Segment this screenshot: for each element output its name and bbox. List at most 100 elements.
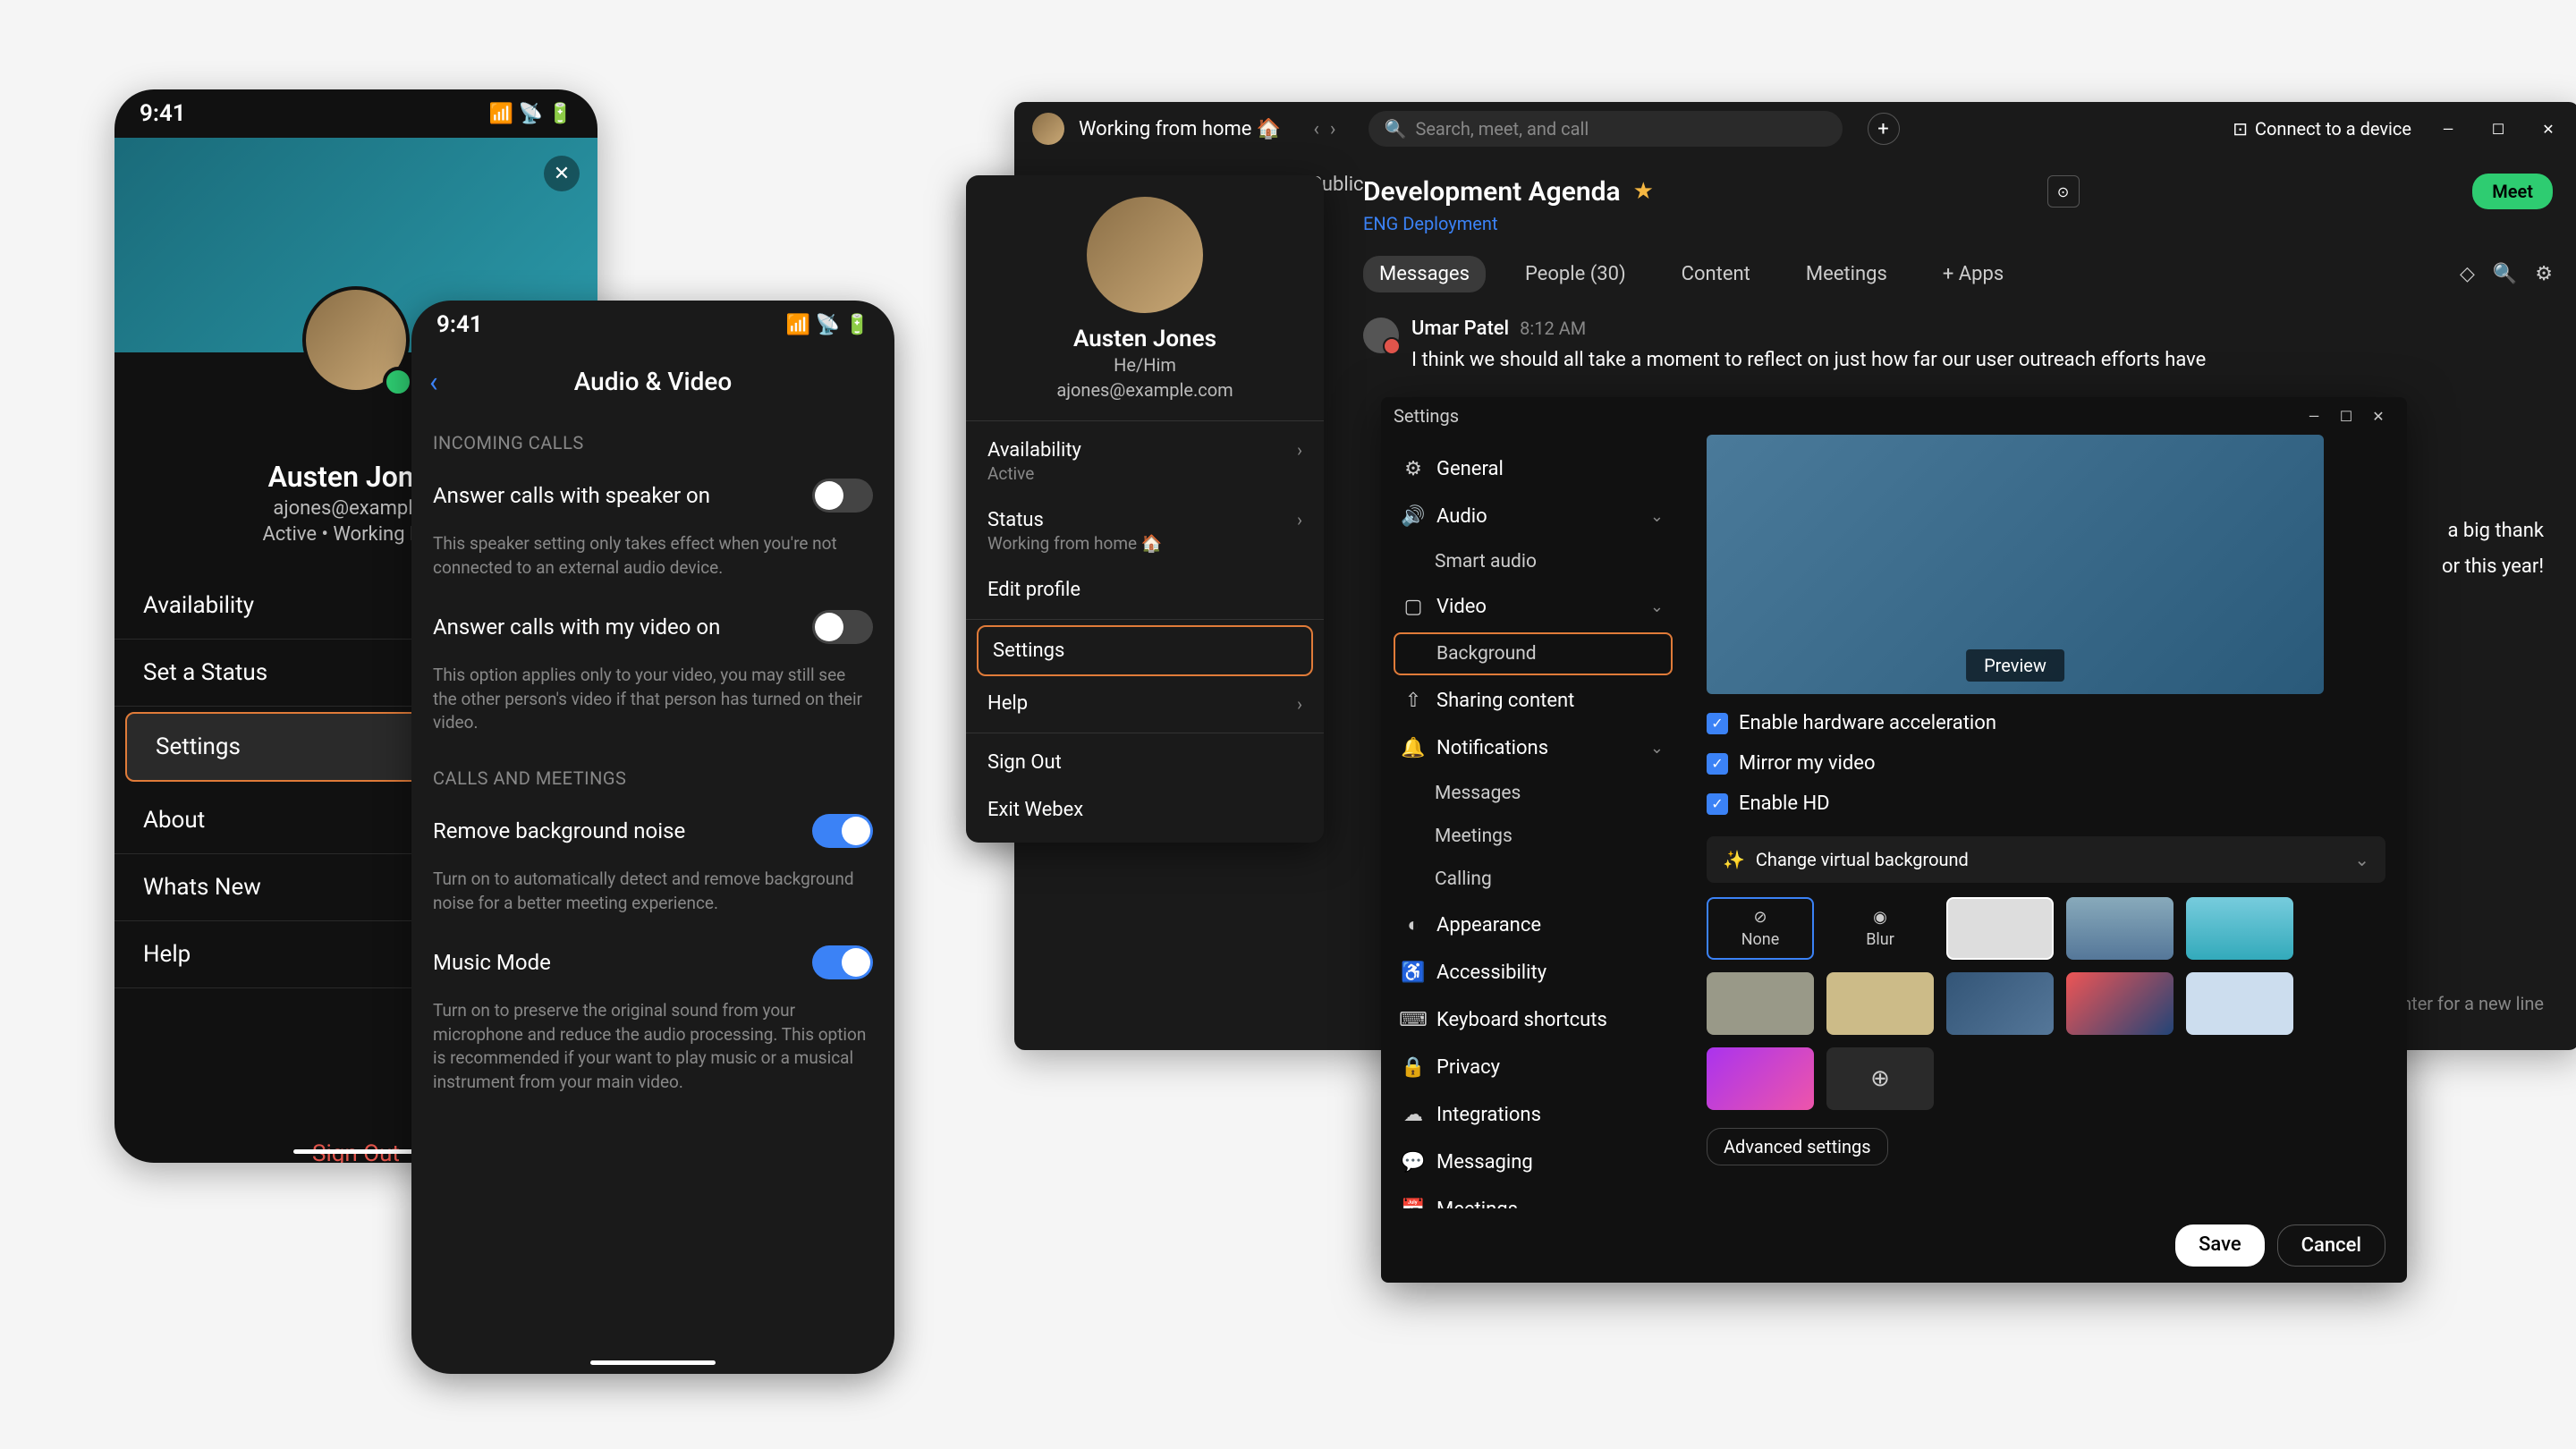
background-grid: ⊘None ◉Blur ⊕ <box>1707 897 2385 1110</box>
video-toggle[interactable] <box>812 610 873 644</box>
nav-forward-icon[interactable]: › <box>1330 118 1336 140</box>
none-icon: ⊘ <box>1753 908 1767 927</box>
close-icon[interactable]: ✕ <box>2362 402 2394 429</box>
bg-option-image[interactable] <box>1946 972 2054 1035</box>
bg-option-add[interactable]: ⊕ <box>1826 1047 1934 1110</box>
chevron-right-icon: › <box>1297 439 1302 462</box>
search-input[interactable]: 🔍 Search, meet, and call <box>1368 111 1843 147</box>
tab-people[interactable]: People (30) <box>1509 256 1642 292</box>
modal-footer: Save Cancel <box>1381 1208 2407 1283</box>
sidebar-keyboard[interactable]: ⌨Keyboard shortcuts <box>1381 996 1685 1044</box>
speaker-toggle[interactable] <box>812 479 873 513</box>
gear-icon[interactable]: ⚙ <box>2535 263 2553 285</box>
meet-button[interactable]: Meet <box>2472 174 2553 209</box>
nav-back-icon[interactable]: ‹ <box>1313 118 1319 140</box>
popover-exit[interactable]: Exit Webex <box>966 786 1324 834</box>
sidebar-video[interactable]: ▢Video⌄ <box>1381 583 1685 631</box>
sidebar-accessibility[interactable]: ♿Accessibility <box>1381 949 1685 996</box>
sidebar-meetings[interactable]: 📅Meetings⌄ <box>1381 1186 1685 1208</box>
avatar[interactable] <box>1087 197 1203 313</box>
popover-availability[interactable]: Availability › Active <box>966 427 1324 496</box>
noise-toggle-row[interactable]: Remove background noise <box>411 798 894 864</box>
sidebar-smart-audio[interactable]: Smart audio <box>1381 540 1685 583</box>
connect-device-button[interactable]: ⊡ Connect to a device <box>2233 118 2411 140</box>
save-button[interactable]: Save <box>2175 1224 2265 1267</box>
sidebar-messaging[interactable]: 💬Messaging <box>1381 1139 1685 1186</box>
device-icon: ⊡ <box>2233 118 2248 140</box>
video-toggle-row[interactable]: Answer calls with my video on <box>411 594 894 660</box>
star-icon[interactable]: ★ <box>1633 178 1654 205</box>
sidebar-audio[interactable]: 🔊Audio⌄ <box>1381 493 1685 540</box>
close-icon[interactable]: ✕ <box>544 156 580 191</box>
sidebar-notif-meetings[interactable]: Meetings <box>1381 815 1685 858</box>
popover-settings[interactable]: Settings <box>977 625 1313 676</box>
bg-option-image[interactable] <box>2186 897 2293 960</box>
home-indicator[interactable] <box>590 1360 716 1365</box>
check-mirror[interactable]: ✓Mirror my video <box>1707 752 2385 775</box>
record-icon[interactable]: ⊙ <box>2047 175 2080 208</box>
noise-label: Remove background noise <box>433 818 685 843</box>
modal-titlebar: Settings — ☐ ✕ <box>1381 397 2407 435</box>
sidebar-integrations[interactable]: ☁Integrations <box>1381 1091 1685 1139</box>
settings-modal: Settings — ☐ ✕ ⚙General 🔊Audio⌄ Smart au… <box>1381 397 2407 1283</box>
music-label: Music Mode <box>433 950 551 975</box>
home-indicator[interactable] <box>293 1149 419 1154</box>
speaker-toggle-row[interactable]: Answer calls with speaker on <box>411 462 894 529</box>
sidebar-background[interactable]: Background <box>1394 632 1673 675</box>
popover-status[interactable]: Status › Working from home 🏠 <box>966 496 1324 566</box>
tab-content[interactable]: Content <box>1665 256 1767 292</box>
user-status[interactable]: Working from home 🏠 <box>1079 118 1281 140</box>
space-team[interactable]: ENG Deployment <box>1363 213 2553 234</box>
minimize-icon[interactable]: — <box>2435 115 2462 142</box>
message-avatar[interactable] <box>1363 318 1399 353</box>
calendar-icon: 📅 <box>1402 1199 1424 1208</box>
tab-messages[interactable]: Messages <box>1363 256 1486 292</box>
video-label: Answer calls with my video on <box>433 614 720 640</box>
bg-option-image[interactable] <box>2186 972 2293 1035</box>
cancel-button[interactable]: Cancel <box>2277 1224 2385 1267</box>
chevron-down-icon: ⌄ <box>1650 507 1664 526</box>
sidebar-notifications[interactable]: 🔔Notifications⌄ <box>1381 724 1685 772</box>
sidebar-sharing[interactable]: ⇧Sharing content <box>1381 677 1685 724</box>
bg-option-image[interactable] <box>2066 972 2174 1035</box>
keyboard-icon: ⌨ <box>1402 1009 1424 1031</box>
bg-option-image[interactable] <box>2066 897 2174 960</box>
tag-icon[interactable]: ◇ <box>2460 263 2475 285</box>
bg-option-image[interactable] <box>1826 972 1934 1035</box>
check-hardware-accel[interactable]: ✓Enable hardware acceleration <box>1707 712 2385 734</box>
back-icon[interactable]: ‹ <box>429 365 438 399</box>
maximize-icon[interactable]: ☐ <box>2485 115 2512 142</box>
modal-title: Settings <box>1394 405 1459 427</box>
popover-sign-out[interactable]: Sign Out <box>966 739 1324 786</box>
maximize-icon[interactable]: ☐ <box>2330 402 2362 429</box>
popover-edit-profile[interactable]: Edit profile <box>966 566 1324 614</box>
sidebar-notif-messages[interactable]: Messages <box>1381 772 1685 815</box>
bg-option-image[interactable] <box>1707 1047 1814 1110</box>
bg-option-image[interactable] <box>1946 897 2054 960</box>
music-toggle-row[interactable]: Music Mode <box>411 929 894 996</box>
popover-help[interactable]: Help › <box>966 680 1324 727</box>
profile-popover: Austen Jones He/Him ajones@example.com A… <box>966 175 1324 843</box>
background-dropdown[interactable]: ✨ Change virtual background ⌄ <box>1707 836 2385 883</box>
tab-apps[interactable]: + Apps <box>1927 256 2020 292</box>
music-toggle[interactable] <box>812 945 873 979</box>
avatar[interactable] <box>1032 113 1064 145</box>
sidebar-notif-calling[interactable]: Calling <box>1381 858 1685 901</box>
sidebar-general[interactable]: ⚙General <box>1381 445 1685 493</box>
add-button[interactable]: + <box>1868 113 1900 145</box>
speaker-description: This speaker setting only takes effect w… <box>411 529 894 594</box>
check-hd[interactable]: ✓Enable HD <box>1707 792 2385 815</box>
user-name: Austen Jones <box>966 326 1324 352</box>
tab-meetings[interactable]: Meetings <box>1790 256 1903 292</box>
sidebar-appearance[interactable]: ◐Appearance <box>1381 901 1685 949</box>
music-description: Turn on to preserve the original sound f… <box>411 996 894 1108</box>
bg-option-image[interactable] <box>1707 972 1814 1035</box>
sidebar-privacy[interactable]: 🔒Privacy <box>1381 1044 1685 1091</box>
search-icon[interactable]: 🔍 <box>2493 263 2517 285</box>
bg-option-blur[interactable]: ◉Blur <box>1826 897 1934 960</box>
advanced-settings-button[interactable]: Advanced settings <box>1707 1128 1888 1165</box>
noise-toggle[interactable] <box>812 814 873 848</box>
close-icon[interactable]: ✕ <box>2535 115 2562 142</box>
minimize-icon[interactable]: — <box>2298 402 2330 429</box>
bg-option-none[interactable]: ⊘None <box>1707 897 1814 960</box>
